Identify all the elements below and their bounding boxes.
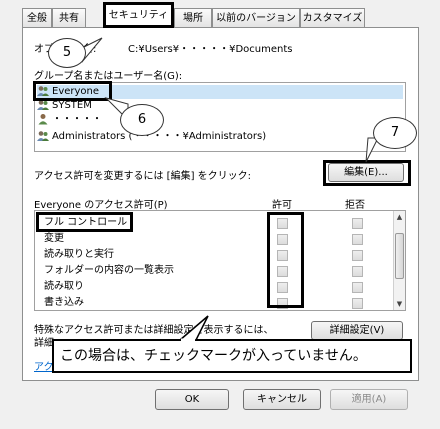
tab-label: 場所 — [183, 13, 203, 24]
permission-label: 書き込み — [44, 297, 84, 308]
permission-write: 書き込み — [44, 296, 84, 310]
permission-full-control: フル コントロール — [44, 216, 127, 230]
cancel-button-label: キャンセル — [257, 394, 307, 405]
permission-read-execute: 読み取りと実行 — [44, 248, 114, 262]
user-icon — [38, 114, 48, 125]
ok-button[interactable]: OK — [155, 389, 229, 410]
tab-label: セキュリティ — [108, 10, 169, 21]
list-item-user[interactable]: ・・・・・ — [37, 113, 102, 127]
permission-list-folder: フォルダーの内容の一覧表示 — [44, 264, 174, 278]
allow-checkbox[interactable] — [277, 250, 288, 261]
deny-checkbox[interactable] — [352, 266, 363, 277]
tab-location[interactable]: 場所 — [174, 8, 212, 27]
allow-checkbox[interactable] — [277, 218, 288, 229]
ok-button-label: OK — [184, 394, 200, 405]
deny-checkbox[interactable] — [352, 298, 363, 309]
tab-security[interactable]: セキュリティ — [103, 4, 174, 28]
callout-6: 6 — [120, 104, 164, 136]
users-icon — [37, 131, 49, 141]
permission-read: 読み取り — [44, 280, 84, 294]
deny-checkbox[interactable] — [352, 234, 363, 245]
callout-note-pointer — [178, 315, 209, 342]
advanced-button[interactable]: 詳細設定(V) — [311, 321, 403, 340]
deny-checkbox[interactable] — [352, 218, 363, 229]
scroll-down-icon[interactable]: ▼ — [395, 299, 404, 309]
special-permissions-text-2: 詳細 — [34, 338, 54, 349]
list-item-label: Administrators (・・・・・¥Administrators) — [52, 131, 267, 142]
access-control-link[interactable]: アク — [34, 358, 54, 373]
properties-dialog: 全般 共有 セキュリティ 場所 以前のバージョン カスタマイズ オブ 名: C:… — [0, 0, 440, 429]
advanced-button-label: 詳細設定(V) — [329, 325, 385, 336]
allow-column-header: 許可 — [272, 200, 292, 211]
list-item-everyone[interactable]: Everyone — [37, 85, 403, 99]
cancel-button[interactable]: キャンセル — [243, 389, 321, 410]
edit-button-label: 編集(E)... — [344, 167, 388, 178]
allow-checkbox[interactable] — [277, 234, 288, 245]
apply-button[interactable]: 適用(A) — [330, 389, 408, 410]
permissions-list[interactable]: フル コントロール 変更 読み取りと実行 フォルダーの内容の一覧表示 読み取り … — [34, 210, 406, 311]
permissions-scrollbar[interactable]: ▲ ▼ — [393, 211, 405, 310]
tab-label: 以前のバージョン — [216, 13, 296, 24]
scroll-up-icon[interactable]: ▲ — [395, 212, 404, 222]
permission-label: フォルダーの内容の一覧表示 — [44, 265, 174, 276]
users-icon — [37, 100, 49, 110]
tab-general[interactable]: 全般 — [22, 8, 52, 27]
list-item-label: Everyone — [52, 86, 100, 97]
permission-label: 読み取り — [44, 281, 84, 292]
permission-label: フル コントロール — [44, 217, 128, 228]
callout-number: 5 — [62, 45, 72, 60]
tab-label: 共有 — [59, 13, 79, 24]
group-list[interactable]: Everyone SYSTEM ・・・・・ Administrators (・・… — [34, 82, 406, 152]
list-item-label: ・・・・・ — [52, 114, 102, 125]
object-path: C:¥Users¥・・・・・¥Documents — [128, 44, 293, 55]
callout-number: 6 — [137, 112, 147, 127]
scroll-thumb[interactable] — [395, 233, 404, 279]
users-icon — [37, 86, 49, 96]
allow-checkbox[interactable] — [277, 282, 288, 293]
callout-note-text: この場合は、チェックマークが入っていません。 — [60, 348, 367, 364]
permission-label: 変更 — [44, 233, 64, 244]
change-permissions-label: アクセス許可を変更するには [編集] をクリック: — [34, 171, 252, 182]
apply-button-label: 適用(A) — [351, 394, 387, 405]
callout-number: 7 — [390, 125, 400, 140]
allow-checkbox[interactable] — [277, 266, 288, 277]
callout-5: 5 — [48, 38, 86, 68]
special-permissions-text: 特殊なアクセス許可または詳細設定を表示するには、 — [34, 325, 274, 336]
tab-customize[interactable]: カスタマイズ — [300, 8, 365, 27]
tab-sharing[interactable]: 共有 — [52, 8, 86, 27]
deny-checkbox[interactable] — [352, 282, 363, 293]
callout-7: 7 — [373, 117, 417, 149]
tab-previous-versions[interactable]: 以前のバージョン — [212, 8, 300, 27]
permission-modify: 変更 — [44, 232, 64, 246]
permission-label: 読み取りと実行 — [44, 249, 114, 260]
list-item-system[interactable]: SYSTEM — [37, 99, 92, 113]
tab-label: カスタマイズ — [302, 13, 363, 24]
tab-label: 全般 — [27, 13, 47, 24]
deny-column-header: 拒否 — [345, 200, 365, 211]
allow-checkbox[interactable] — [277, 298, 288, 309]
permissions-label: Everyone のアクセス許可(P) — [34, 200, 168, 211]
list-item-label: SYSTEM — [52, 100, 92, 111]
deny-checkbox[interactable] — [352, 250, 363, 261]
callout-note: この場合は、チェックマークが入っていません。 — [52, 339, 412, 373]
